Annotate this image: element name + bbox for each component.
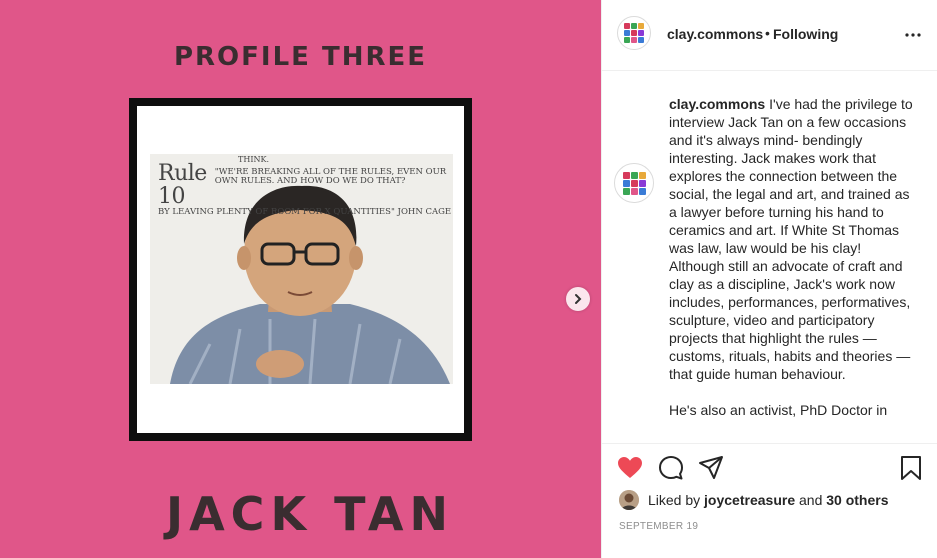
caption-body: I've had the privilege to interview Jack… (669, 96, 913, 382)
account-avatar[interactable] (617, 16, 651, 50)
share-button[interactable] (697, 454, 725, 482)
liker-username[interactable]: joycetreasure (704, 492, 795, 508)
likes-conjunction: and (799, 492, 823, 508)
liker-avatar[interactable] (619, 490, 639, 510)
photo-mat: THINK. Rule 10 "WE'RE BREAKING ALL OF TH… (137, 106, 464, 433)
account-username[interactable]: clay.commons (667, 26, 763, 42)
post-heading: PROFILE THREE (173, 42, 428, 72)
more-options-button[interactable] (902, 25, 924, 45)
post-sidebar: clay.commons • Following clay.commons I'… (601, 0, 937, 558)
photo-caption-top: THINK. (238, 155, 269, 164)
photo-caption: THINK. Rule 10 "WE'RE BREAKING ALL OF TH… (158, 155, 452, 218)
like-button[interactable] (616, 454, 644, 482)
ellipsis-icon (905, 33, 921, 37)
heart-icon (618, 457, 642, 478)
photo-caption-quote-2: BY LEAVING PLENTY OF ROOM FOR X QUANTITI… (158, 207, 452, 218)
clay-commons-logo (622, 171, 646, 195)
chevron-right-icon (575, 294, 582, 304)
header-separator: • (765, 25, 770, 41)
bookmark-icon (901, 456, 921, 480)
caption-area[interactable]: clay.commons I've had the privilege to i… (602, 71, 937, 443)
following-button[interactable]: Following (773, 26, 838, 42)
caption-paragraph-1: clay.commons I've had the privilege to i… (669, 95, 917, 383)
caption-paragraph-2: He's also an activist, PhD Doctor in (669, 402, 888, 418)
post-header: clay.commons • Following (602, 0, 937, 71)
likes-others-link[interactable]: 30 others (826, 492, 888, 508)
save-button[interactable] (897, 454, 925, 482)
caption-username[interactable]: clay.commons (669, 96, 765, 112)
post-actions: Liked by joycetreasure and 30 others SEP… (602, 443, 937, 558)
send-icon (699, 456, 723, 479)
photo-caption-rule: Rule 10 (158, 161, 207, 210)
comment-button[interactable] (657, 454, 685, 482)
post-name: JACK TAN (165, 487, 455, 541)
photo-frame: THINK. Rule 10 "WE'RE BREAKING ALL OF TH… (129, 98, 472, 441)
next-image-button[interactable] (566, 287, 590, 311)
likes-summary: Liked by joycetreasure and 30 others (619, 490, 889, 510)
comment-icon (659, 456, 683, 480)
likes-prefix: Liked by (648, 492, 701, 508)
post-image: PROFILE THREE THINK. Rule 10 "WE'RE BREA… (0, 0, 601, 558)
portrait-photo: THINK. Rule 10 "WE'RE BREAKING ALL OF TH… (150, 154, 453, 384)
caption-text: clay.commons I've had the privilege to i… (669, 95, 917, 419)
caption-avatar[interactable] (614, 163, 654, 203)
clay-commons-logo (624, 23, 644, 43)
post-date[interactable]: SEPTEMBER 19 (619, 521, 698, 532)
photo-caption-quote-1: "WE'RE BREAKING ALL OF THE RULES, EVEN O… (214, 167, 447, 186)
